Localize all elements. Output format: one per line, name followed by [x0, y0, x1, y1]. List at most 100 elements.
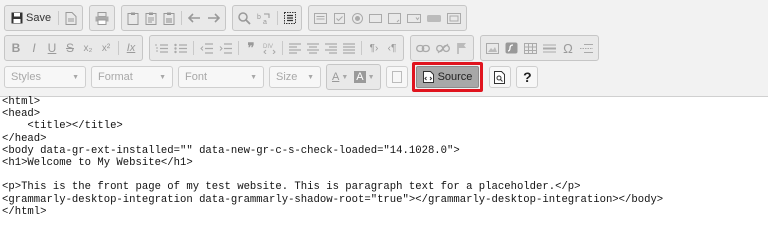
form-button-button[interactable]	[424, 8, 444, 28]
link-button[interactable]	[413, 38, 433, 58]
source-label: Source	[437, 71, 473, 83]
paste-button[interactable]	[160, 8, 178, 28]
indent-button[interactable]	[216, 38, 235, 58]
textarea-button[interactable]	[385, 8, 404, 28]
clipboard-icon	[127, 12, 139, 25]
button-shape-icon	[427, 14, 442, 22]
source-code-editor[interactable]: <html> <head> <title></title> </head> <b…	[2, 96, 766, 218]
text-field-button[interactable]	[366, 8, 385, 28]
maximize-button[interactable]	[385, 66, 408, 88]
toolbar-row-3: Styles ▼ Format ▼ Font ▼ Size ▼ A ▼ A ▼	[4, 62, 543, 92]
print-button[interactable]	[92, 8, 112, 28]
new-page-icon	[65, 11, 77, 25]
table-button[interactable]	[521, 38, 540, 58]
link-icon	[416, 44, 430, 53]
code-line: <p>This is the front page of my test web…	[2, 181, 581, 194]
text-color-button[interactable]: A ▼	[329, 67, 351, 87]
bg-color-glyph: A	[354, 71, 366, 83]
italic-button[interactable]: I	[25, 38, 43, 58]
copy-button[interactable]	[142, 8, 160, 28]
select-all-button[interactable]	[281, 8, 299, 28]
redo-button[interactable]	[204, 8, 223, 28]
outdent-button[interactable]	[197, 38, 216, 58]
clipboard-paste-icon	[163, 12, 175, 25]
unlink-button[interactable]	[433, 38, 453, 58]
format-dropdown[interactable]: Format ▼	[91, 66, 173, 88]
background-color-button[interactable]: A ▼	[351, 67, 377, 87]
flash-icon	[505, 42, 518, 54]
code-line: </html>	[2, 205, 47, 218]
new-page-button[interactable]	[62, 8, 80, 28]
page-break-icon	[580, 43, 593, 54]
quote-icon: ❞	[247, 40, 255, 55]
help-glyph: ?	[523, 69, 532, 85]
text-field-icon	[369, 13, 383, 23]
strikethrough-button[interactable]: S	[61, 38, 79, 58]
align-right-icon	[325, 42, 337, 54]
save-button[interactable]: Save	[7, 8, 55, 28]
separator	[181, 11, 183, 25]
form-button[interactable]	[311, 8, 330, 28]
preview-button[interactable]	[489, 66, 512, 88]
code-line: <h1>Welcome to My Website</h1>	[2, 156, 193, 169]
align-right-button[interactable]	[322, 38, 340, 58]
separator	[58, 11, 60, 25]
align-left-button[interactable]	[286, 38, 304, 58]
bold-button[interactable]: B	[7, 38, 25, 58]
outdent-icon	[200, 42, 213, 54]
flash-button[interactable]	[502, 38, 521, 58]
toolbar-group-basicstyles: B I U S x₂ x² Ix	[4, 35, 143, 61]
underline-glyph: U	[47, 41, 57, 55]
rtl-button[interactable]: ‹¶	[383, 38, 401, 58]
underline-button[interactable]: U	[43, 38, 61, 58]
toolbar-group-find: ba	[232, 5, 303, 31]
separator	[277, 11, 279, 25]
font-dropdown[interactable]: Font ▼	[178, 66, 264, 88]
image-button[interactable]	[483, 38, 502, 58]
size-dropdown[interactable]: Size ▼	[269, 66, 321, 88]
horizontal-rule-icon	[543, 43, 556, 54]
anchor-button[interactable]	[453, 38, 471, 58]
omega-glyph: Ω	[563, 40, 573, 56]
replace-button[interactable]: ba	[254, 8, 274, 28]
separator	[193, 41, 194, 55]
flag-icon	[456, 42, 468, 54]
svg-text:DIV: DIV	[263, 44, 273, 50]
svg-text:b: b	[257, 14, 261, 21]
create-div-button[interactable]: DIV	[260, 38, 279, 58]
radio-button[interactable]	[348, 8, 366, 28]
help-button[interactable]: ?	[516, 66, 539, 88]
svg-text:a: a	[263, 19, 267, 25]
toolbar-group-document: Save	[4, 5, 84, 31]
subscript-button[interactable]: x₂	[79, 38, 97, 58]
bulleted-list-icon	[174, 43, 187, 54]
remove-format-button[interactable]: Ix	[122, 38, 140, 58]
undo-button[interactable]	[185, 8, 204, 28]
superscript-button[interactable]: x²	[97, 38, 115, 58]
bulleted-list-button[interactable]	[171, 38, 190, 58]
source-code-icon	[422, 71, 434, 83]
select-field-button[interactable]	[404, 8, 424, 28]
special-char-button[interactable]: Ω	[559, 38, 577, 58]
image-button-button[interactable]	[444, 8, 464, 28]
find-button[interactable]	[235, 8, 254, 28]
source-button[interactable]: Source	[415, 66, 480, 88]
justify-icon	[343, 42, 355, 54]
styles-dropdown[interactable]: Styles ▼	[4, 66, 86, 88]
justify-button[interactable]	[340, 38, 358, 58]
cut-button[interactable]	[124, 8, 142, 28]
page-break-button[interactable]	[577, 38, 596, 58]
ltr-button[interactable]: ¶›	[365, 38, 383, 58]
remove-format-glyph: Ix	[126, 42, 136, 54]
subscript-glyph: x₂	[83, 42, 93, 54]
align-center-button[interactable]	[304, 38, 322, 58]
code-line: </head>	[2, 132, 47, 145]
numbered-list-button[interactable]	[152, 38, 171, 58]
blockquote-button[interactable]: ❞	[242, 38, 260, 58]
horizontal-rule-button[interactable]	[540, 38, 559, 58]
checkbox-button[interactable]	[330, 8, 348, 28]
align-center-icon	[307, 42, 319, 54]
textarea-icon	[388, 12, 402, 24]
text-direction-ltr-icon: ¶›	[369, 42, 379, 54]
table-icon	[524, 42, 537, 54]
